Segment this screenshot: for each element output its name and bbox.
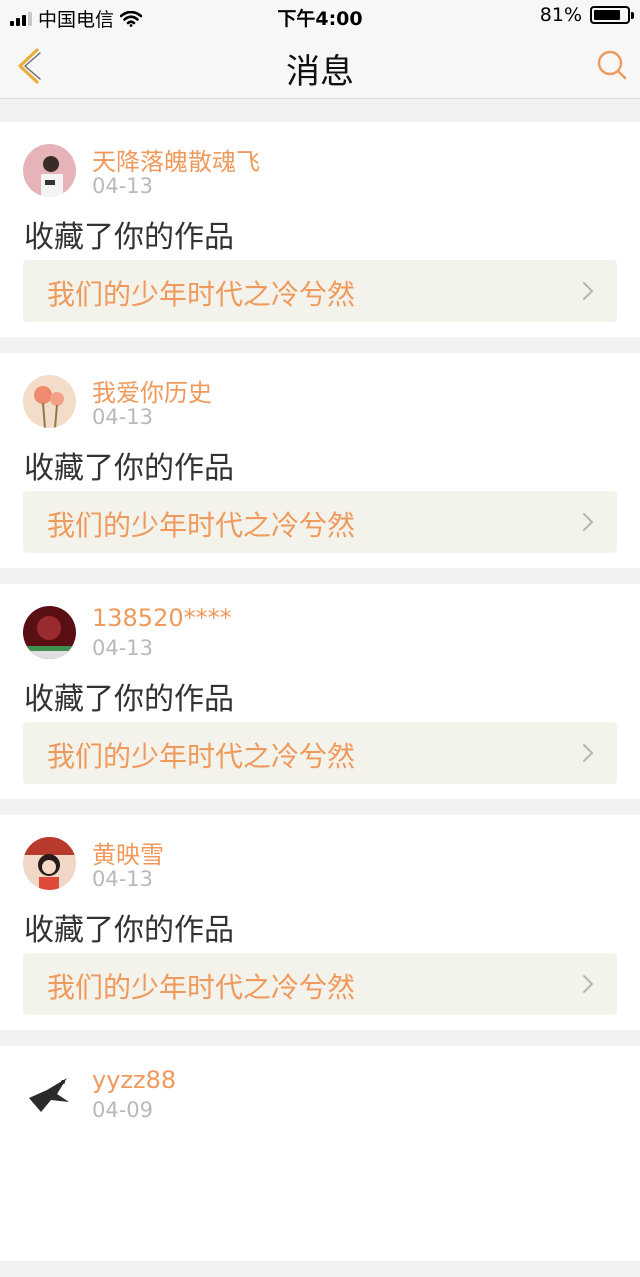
message-action: 收藏了你的作品 bbox=[24, 451, 234, 486]
status-bar: 中国电信 下午4:00 81% bbox=[0, 0, 640, 32]
avatar[interactable] bbox=[23, 606, 76, 659]
page-title: 消息 bbox=[286, 52, 354, 92]
message-item: 138520**** 04-13 收藏了你的作品 我们的少年时代之冷兮然 bbox=[0, 584, 640, 799]
chevron-right-icon bbox=[583, 282, 594, 300]
message-item: yyzz88 04-09 bbox=[0, 1046, 640, 1261]
message-action: 收藏了你的作品 bbox=[24, 913, 234, 948]
username[interactable]: 黄映雪 bbox=[92, 835, 164, 870]
work-link[interactable]: 我们的少年时代之冷兮然 bbox=[23, 953, 617, 1015]
avatar[interactable] bbox=[23, 144, 76, 197]
battery-fill bbox=[594, 10, 620, 20]
message-list: 天降落魄散魂飞 04-13 收藏了你的作品 我们的少年时代之冷兮然 我爱你历史 … bbox=[0, 122, 640, 1277]
message-date: 04-13 bbox=[92, 174, 154, 198]
work-title: 我们的少年时代之冷兮然 bbox=[47, 509, 356, 542]
avatar[interactable] bbox=[23, 1068, 76, 1121]
username[interactable]: 天降落魄散魂飞 bbox=[92, 142, 260, 177]
chevron-right-icon bbox=[583, 975, 594, 993]
message-item: 黄映雪 04-13 收藏了你的作品 我们的少年时代之冷兮然 bbox=[0, 815, 640, 1030]
work-title: 我们的少年时代之冷兮然 bbox=[47, 278, 356, 311]
message-action: 收藏了你的作品 bbox=[24, 220, 234, 255]
username[interactable]: 我爱你历史 bbox=[92, 373, 212, 408]
chevron-right-icon bbox=[583, 513, 594, 531]
message-date: 04-13 bbox=[92, 636, 154, 660]
username[interactable]: 138520**** bbox=[92, 604, 232, 632]
nav-bar: 消息 bbox=[0, 32, 640, 99]
message-item: 天降落魄散魂飞 04-13 收藏了你的作品 我们的少年时代之冷兮然 bbox=[0, 122, 640, 337]
message-date: 04-09 bbox=[92, 1098, 154, 1122]
message-item: 我爱你历史 04-13 收藏了你的作品 我们的少年时代之冷兮然 bbox=[0, 353, 640, 568]
work-link[interactable]: 我们的少年时代之冷兮然 bbox=[23, 260, 617, 322]
message-date: 04-13 bbox=[92, 867, 154, 891]
status-right: 81% bbox=[539, 4, 634, 26]
battery-percent: 81% bbox=[539, 4, 582, 26]
work-title: 我们的少年时代之冷兮然 bbox=[47, 971, 356, 1004]
battery-icon bbox=[590, 6, 634, 24]
search-icon[interactable] bbox=[596, 49, 628, 81]
chevron-right-icon bbox=[583, 744, 594, 762]
message-date: 04-13 bbox=[92, 405, 154, 429]
avatar[interactable] bbox=[23, 837, 76, 890]
work-link[interactable]: 我们的少年时代之冷兮然 bbox=[23, 491, 617, 553]
work-title: 我们的少年时代之冷兮然 bbox=[47, 740, 356, 773]
message-action: 收藏了你的作品 bbox=[24, 682, 234, 717]
avatar[interactable] bbox=[23, 375, 76, 428]
work-link[interactable]: 我们的少年时代之冷兮然 bbox=[23, 722, 617, 784]
username[interactable]: yyzz88 bbox=[92, 1066, 176, 1094]
